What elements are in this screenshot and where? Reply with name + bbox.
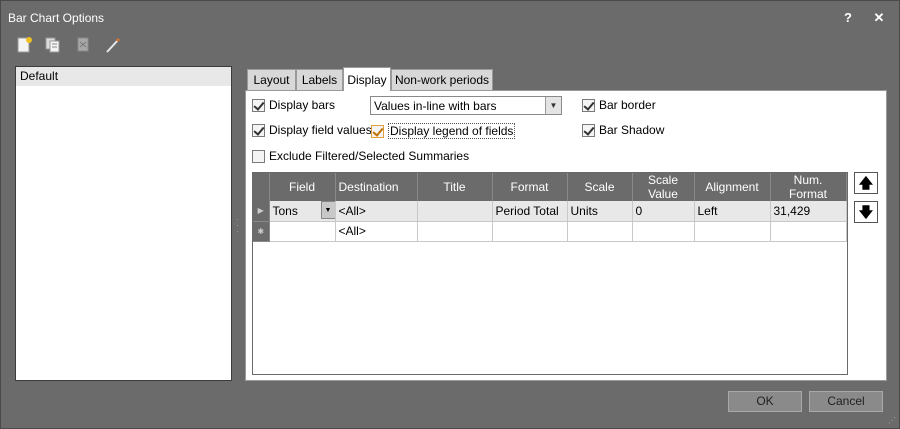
bar-shadow-label: Bar Shadow (599, 123, 665, 137)
move-down-button[interactable]: 🡇 (854, 201, 878, 223)
delete-icon[interactable] (73, 35, 95, 57)
destination-cell[interactable]: <All> (335, 221, 418, 242)
display-bars-checkbox[interactable]: Display bars (252, 98, 335, 112)
column-header-num-format[interactable]: Num. Format (770, 173, 847, 201)
checkbox-box[interactable] (582, 98, 595, 112)
list-item-default[interactable]: Default (16, 67, 231, 86)
checkbox-box[interactable] (582, 123, 595, 137)
scale-value-cell[interactable] (632, 221, 695, 242)
ok-button[interactable]: OK (728, 391, 802, 412)
column-header-destination[interactable]: Destination (335, 173, 418, 201)
new-icon[interactable] (15, 35, 37, 57)
scale-cell[interactable] (567, 221, 633, 242)
checkbox-box[interactable] (252, 98, 265, 112)
bars-mode-select[interactable]: Values in-line with bars ▼ (370, 96, 562, 115)
alignment-cell[interactable] (694, 221, 771, 242)
field-cell[interactable] (269, 221, 336, 242)
display-legend-checkbox[interactable]: Display legend of fields (371, 123, 516, 139)
arrow-down-icon: 🡇 (858, 204, 874, 220)
window-title: Bar Chart Options (8, 11, 105, 25)
resize-grip-icon[interactable]: ⋰ (888, 416, 896, 425)
table-row[interactable]: ▶ Tons ▼ <All> Period Total Units 0 Left… (253, 201, 847, 222)
tab-display[interactable]: Display (343, 67, 391, 91)
bar-chart-options-dialog: Bar Chart Options ? ✕ Default · · · Layout… (0, 0, 900, 429)
display-tab-panel: Display bars Values in-line with bars ▼ … (245, 90, 887, 381)
column-header-scale[interactable]: Scale (567, 173, 633, 201)
cancel-button[interactable]: Cancel (809, 391, 883, 412)
checkbox-box[interactable] (252, 123, 265, 137)
alignment-cell[interactable]: Left (694, 201, 771, 222)
field-value: Tons (272, 203, 298, 218)
checkbox-box[interactable] (371, 124, 384, 138)
scale-value-cell[interactable]: 0 (632, 201, 695, 222)
bar-border-label: Bar border (599, 98, 656, 112)
destination-cell[interactable]: <All> (335, 201, 418, 222)
bar-shadow-checkbox[interactable]: Bar Shadow (582, 123, 664, 137)
num-format-cell[interactable]: 31,429 (770, 201, 847, 222)
title-cell[interactable] (417, 221, 493, 242)
exclude-filtered-label: Exclude Filtered/Selected Summaries (269, 149, 470, 163)
chevron-down-icon[interactable]: ▼ (320, 201, 334, 219)
options-list: Default (15, 66, 232, 381)
tab-non-work-periods[interactable]: Non-work periods (391, 69, 493, 90)
toolbar (1, 33, 899, 59)
display-field-values-checkbox[interactable]: Display field values (252, 123, 372, 137)
checkbox-box[interactable] (252, 149, 265, 163)
bar-border-checkbox[interactable]: Bar border (582, 98, 656, 112)
copy-icon[interactable] (43, 35, 65, 57)
grid-header-row: Field Destination Title Format Scale Sca… (253, 173, 847, 201)
exclude-filtered-checkbox[interactable]: Exclude Filtered/Selected Summaries (252, 149, 469, 163)
title-bar: Bar Chart Options ? ✕ (1, 1, 899, 33)
display-legend-label: Display legend of fields (388, 123, 516, 139)
field-cell[interactable]: Tons ▼ (269, 201, 336, 222)
column-header-format[interactable]: Format (492, 173, 568, 201)
bars-mode-value: Values in-line with bars (374, 99, 497, 113)
close-button[interactable]: ✕ (870, 9, 888, 27)
format-cell[interactable]: Period Total (492, 201, 568, 222)
column-header-scale-value[interactable]: Scale Value (632, 173, 695, 201)
scale-cell[interactable]: Units (567, 201, 633, 222)
current-row-icon: ▶ (253, 201, 270, 222)
tab-layout[interactable]: Layout (247, 69, 296, 90)
format-cell[interactable] (492, 221, 568, 242)
tab-labels[interactable]: Labels (296, 69, 343, 90)
fields-grid: Field Destination Title Format Scale Sca… (252, 172, 848, 375)
display-bars-label: Display bars (269, 98, 336, 112)
title-cell[interactable] (417, 201, 493, 222)
row-indicator-header (253, 173, 270, 201)
column-header-alignment[interactable]: Alignment (694, 173, 771, 201)
splitter-handle[interactable]: · · · (236, 215, 240, 236)
chevron-down-icon[interactable]: ▼ (545, 97, 561, 114)
display-field-values-label: Display field values (269, 123, 372, 137)
column-header-title[interactable]: Title (417, 173, 493, 201)
edit-icon[interactable] (103, 35, 125, 57)
new-row-icon: ✱ (253, 221, 270, 242)
help-button[interactable]: ? (839, 9, 857, 27)
move-up-button[interactable]: 🡅 (854, 172, 878, 194)
arrow-up-icon: 🡅 (858, 175, 874, 191)
column-header-field[interactable]: Field (269, 173, 336, 201)
num-format-cell[interactable] (770, 221, 847, 242)
table-row[interactable]: ✱ <All> (253, 221, 847, 242)
